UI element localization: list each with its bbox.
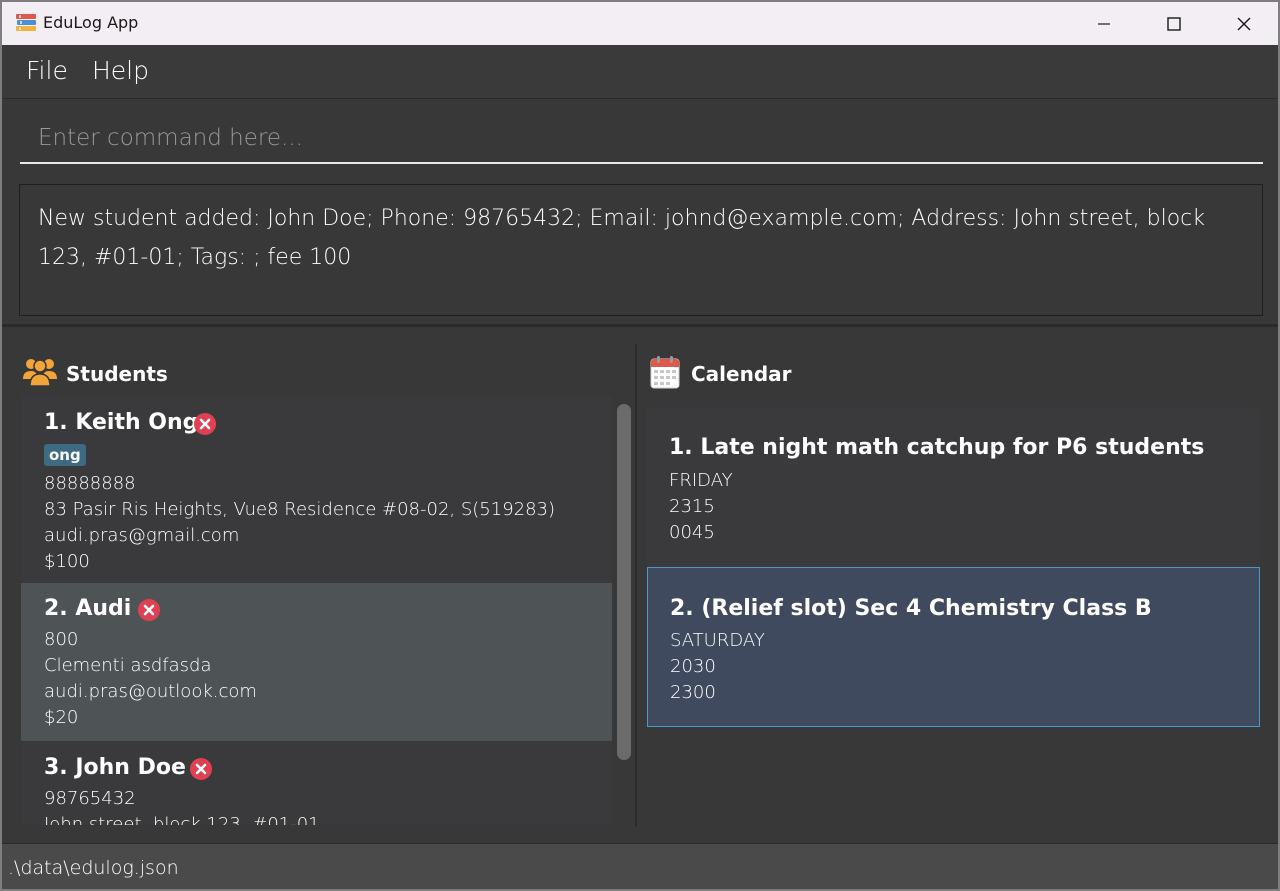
menu-file[interactable]: File xyxy=(26,56,68,85)
scrollbar-thumb[interactable] xyxy=(617,404,631,760)
delete-icon[interactable] xyxy=(194,413,216,435)
command-input[interactable] xyxy=(20,114,1263,164)
student-card[interactable]: 2. Audi 800 Clementi asdfasda audi.pras@… xyxy=(21,583,612,741)
event-end: 2300 xyxy=(670,682,716,703)
books-icon xyxy=(16,14,36,31)
calendar-card[interactable]: 1. Late night math catchup for P6 studen… xyxy=(647,408,1260,566)
student-card[interactable]: 3. John Doe 98765432 John street, block … xyxy=(21,741,612,825)
event-title: 2. (Relief slot) Sec 4 Chemistry Class B xyxy=(670,596,1152,621)
student-email: audi.pras@outlook.com xyxy=(44,681,257,702)
event-title: 1. Late night math catchup for P6 studen… xyxy=(669,435,1205,460)
student-name: 2. Audi xyxy=(44,596,132,621)
student-list[interactable]: 1. Keith Ong ong 88888888 83 Pasir Ris H… xyxy=(21,397,612,825)
result-text: New student added: John Doe; Phone: 9876… xyxy=(38,206,1205,270)
student-name: 3. John Doe xyxy=(44,755,186,780)
window-title: EduLog App xyxy=(43,13,139,32)
close-window-button[interactable] xyxy=(1221,1,1267,46)
status-bar: .\data\edulog.json xyxy=(2,843,1278,889)
data-file-path: .\data\edulog.json xyxy=(8,857,179,879)
event-start: 2315 xyxy=(669,496,715,517)
event-day: FRIDAY xyxy=(669,470,733,491)
student-address: 83 Pasir Ris Heights, Vue8 Residence #08… xyxy=(44,499,556,520)
student-name: 1. Keith Ong xyxy=(44,410,199,435)
maximize-button[interactable] xyxy=(1151,1,1197,46)
student-address: John street, block 123, #01-01 xyxy=(44,814,320,825)
student-phone: 88888888 xyxy=(44,473,136,494)
title-bar: EduLog App xyxy=(0,0,1280,45)
minimize-icon xyxy=(1098,22,1110,25)
calendar-card[interactable]: 2. (Relief slot) Sec 4 Chemistry Class B… xyxy=(647,567,1260,727)
student-card[interactable]: 1. Keith Ong ong 88888888 83 Pasir Ris H… xyxy=(21,397,612,583)
delete-icon[interactable] xyxy=(190,758,212,780)
student-fee: $100 xyxy=(44,551,90,572)
student-email: audi.pras@gmail.com xyxy=(44,525,240,546)
event-day: SATURDAY xyxy=(670,630,765,651)
close-icon xyxy=(1237,17,1251,30)
command-box xyxy=(2,100,1278,176)
student-phone: 98765432 xyxy=(44,788,136,809)
section-divider xyxy=(2,324,1278,327)
maximize-icon xyxy=(1167,16,1181,31)
menu-help[interactable]: Help xyxy=(92,56,149,85)
event-end: 0045 xyxy=(669,522,715,543)
student-address: Clementi asdfasda xyxy=(44,655,212,676)
event-start: 2030 xyxy=(670,656,716,677)
delete-icon[interactable] xyxy=(138,599,160,621)
student-tag: ong xyxy=(44,444,86,466)
student-fee: $20 xyxy=(44,707,79,728)
users-icon xyxy=(23,359,57,387)
result-display: New student added: John Doe; Phone: 9876… xyxy=(19,184,1263,316)
menu-bar: File Help xyxy=(2,45,1278,99)
minimize-button[interactable] xyxy=(1081,1,1127,46)
panel-divider[interactable] xyxy=(635,344,637,826)
students-header: Students xyxy=(66,362,168,386)
calendar-icon xyxy=(650,356,680,389)
calendar-header: Calendar xyxy=(691,362,792,386)
student-phone: 800 xyxy=(44,629,79,650)
